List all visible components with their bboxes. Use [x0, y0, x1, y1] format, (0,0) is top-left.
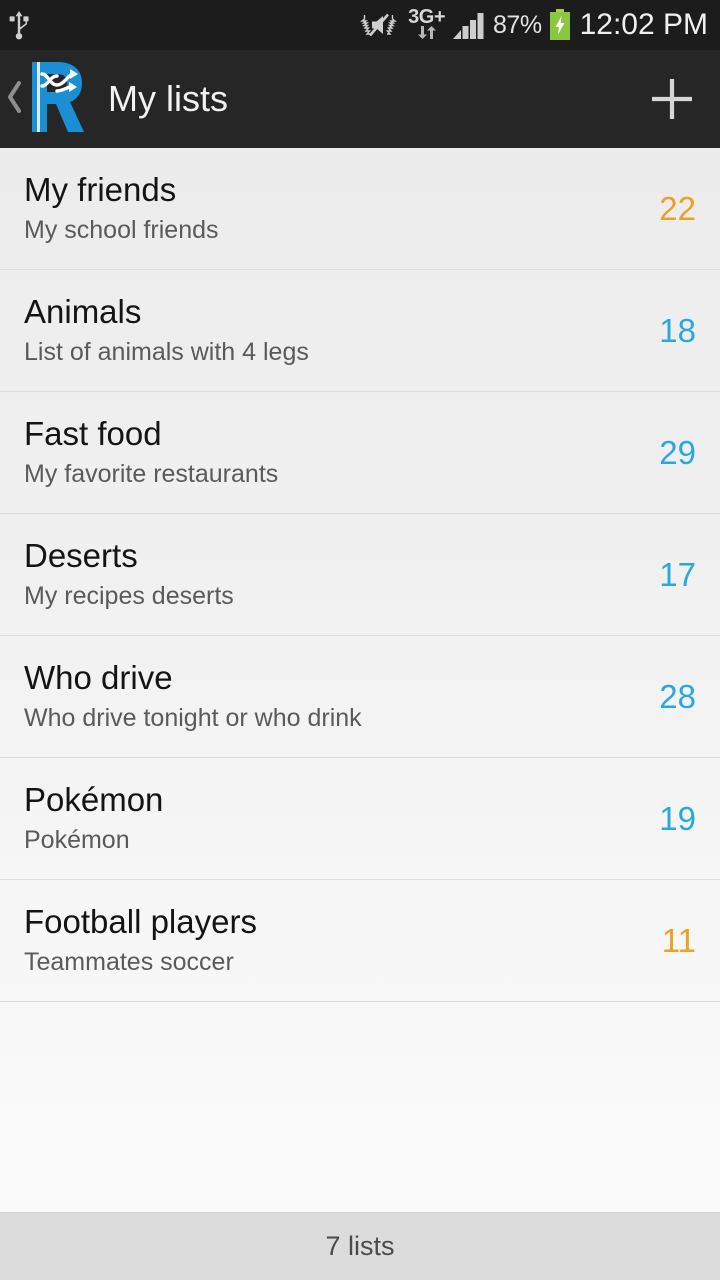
- list-row-title: My friends: [24, 171, 177, 208]
- list-row-count: 11: [661, 921, 696, 959]
- lists-container[interactable]: My friends My school friends 22 Animals List…: [0, 148, 720, 1212]
- list-row-count: 18: [659, 311, 696, 349]
- signal-bars-icon: [452, 10, 486, 40]
- back-chevron-icon[interactable]: [4, 75, 26, 124]
- list-empty-space: [0, 1002, 720, 1212]
- phone-screen: 3G+ 87% 12:02 PM My lists My friends My …: [0, 0, 720, 1280]
- list-row-text: Pokémon Pokémon: [24, 782, 624, 856]
- list-row-count: 28: [659, 677, 696, 715]
- lists-count-label: 7 lists: [325, 1231, 395, 1261]
- list-row-text: Who drive Who drive tonight or who drink: [24, 660, 624, 734]
- network-type-label: 3G+: [408, 6, 446, 28]
- list-row[interactable]: Deserts My recipes deserts 17: [0, 514, 720, 636]
- list-row-count: 22: [659, 189, 696, 227]
- status-bar-right-icons: 3G+ 87% 12:02 PM: [359, 7, 708, 43]
- usb-icon: [6, 10, 32, 40]
- list-row-subtitle: Teammates soccer: [24, 948, 234, 977]
- list-row-subtitle: My favorite restaurants: [24, 460, 279, 489]
- battery-charging-icon: [549, 9, 571, 41]
- list-row-title: Football players: [24, 903, 257, 940]
- list-row-subtitle: Who drive tonight or who drink: [24, 704, 362, 733]
- list-row[interactable]: Football players Teammates soccer 11: [0, 880, 720, 1002]
- list-row-subtitle: My recipes deserts: [24, 582, 234, 611]
- list-row-subtitle: My school friends: [24, 216, 219, 245]
- page-title: My lists: [108, 78, 228, 119]
- list-row-count: 29: [659, 433, 696, 471]
- status-bar-left-icons: [6, 10, 32, 40]
- app-logo-r-shuffle-icon[interactable]: [26, 60, 86, 139]
- list-row-text: Fast food My favorite restaurants: [24, 416, 624, 490]
- list-row-title: Fast food: [24, 415, 162, 452]
- list-row-count: 19: [659, 799, 696, 837]
- list-row-title: Who drive: [24, 659, 173, 696]
- list-row[interactable]: Fast food My favorite restaurants 29: [0, 392, 720, 514]
- list-row[interactable]: Pokémon Pokémon 19: [0, 758, 720, 880]
- list-row-text: Deserts My recipes deserts: [24, 538, 624, 612]
- clock-label: 12:02 PM: [579, 8, 708, 41]
- list-row-subtitle: Pokémon: [24, 826, 130, 855]
- list-row-text: Animals List of animals with 4 legs: [24, 294, 624, 368]
- network-type-indicator: 3G+: [408, 6, 446, 43]
- plus-icon[interactable]: [646, 73, 698, 125]
- vibrate-mute-icon: [359, 10, 401, 40]
- list-row-count: 17: [659, 555, 696, 593]
- list-row[interactable]: Animals List of animals with 4 legs 18: [0, 270, 720, 392]
- list-row[interactable]: Who drive Who drive tonight or who drink 2…: [0, 636, 720, 758]
- list-row-subtitle: List of animals with 4 legs: [24, 338, 309, 367]
- list-row[interactable]: My friends My school friends 22: [0, 148, 720, 270]
- bottom-summary-bar: 7 lists: [0, 1212, 720, 1280]
- action-bar-actions: [646, 73, 698, 125]
- battery-percent-label: 87%: [493, 10, 542, 39]
- data-transfer-arrows-icon: [416, 26, 438, 43]
- status-bar: 3G+ 87% 12:02 PM: [0, 0, 720, 50]
- list-row-text: Football players Teammates soccer: [24, 904, 624, 978]
- list-row-title: Pokémon: [24, 781, 164, 818]
- action-bar: My lists: [0, 50, 720, 148]
- list-row-title: Animals: [24, 293, 142, 330]
- list-row-title: Deserts: [24, 537, 138, 574]
- list-row-text: My friends My school friends: [24, 172, 624, 246]
